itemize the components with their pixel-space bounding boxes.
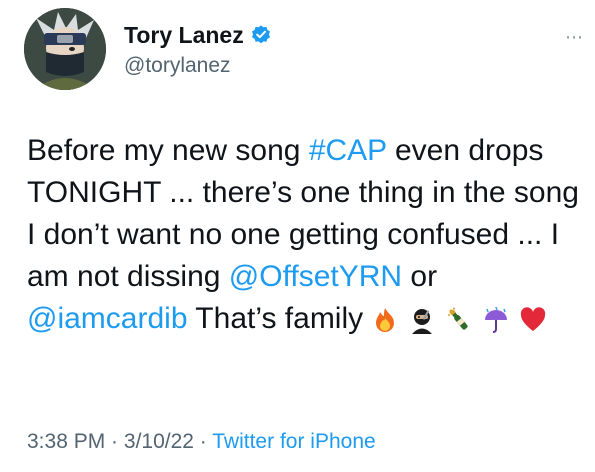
champagne-emoji-icon [445, 304, 473, 332]
user-handle[interactable]: @torylanez [124, 52, 272, 80]
hashtag-link[interactable]: #CAP [309, 134, 387, 167]
avatar[interactable] [24, 8, 106, 90]
tweet-time[interactable]: 3:38 PM [27, 430, 105, 453]
tweet-text-part: That’s family [187, 302, 364, 335]
tweet-date[interactable]: 3/10/22 [124, 430, 194, 453]
separator: · [193, 430, 213, 453]
display-name[interactable]: Tory Lanez [124, 21, 244, 49]
tweet-meta: 3:38 PM · 3/10/22 · Twitter for iPhone [27, 428, 376, 456]
tweet-text-part: Before my new song [27, 134, 309, 167]
mention-link-offset[interactable]: @OffsetYRN [229, 260, 402, 293]
fire-emoji-icon [371, 304, 399, 332]
tweet-text-part: or [402, 260, 438, 293]
separator: · [105, 430, 124, 453]
tweet-source-link[interactable]: Twitter for iPhone [212, 430, 375, 453]
umbrella-rain-emoji-icon [482, 304, 510, 333]
tweet-header: Tory Lanez @torylanez ⋯ [24, 8, 584, 98]
verified-badge-icon [250, 24, 272, 46]
anime-ninja-avatar-icon [24, 8, 106, 90]
more-options-icon[interactable]: ⋯ [565, 28, 584, 46]
ninja-emoji-icon [408, 304, 436, 334]
mention-link-cardib[interactable]: @iamcardib [27, 302, 188, 335]
user-names: Tory Lanez @torylanez [124, 20, 272, 80]
emoji-group [371, 304, 547, 334]
red-heart-emoji-icon [519, 304, 547, 332]
tweet-text: Before my new song #CAP even drops TONIG… [27, 130, 587, 340]
